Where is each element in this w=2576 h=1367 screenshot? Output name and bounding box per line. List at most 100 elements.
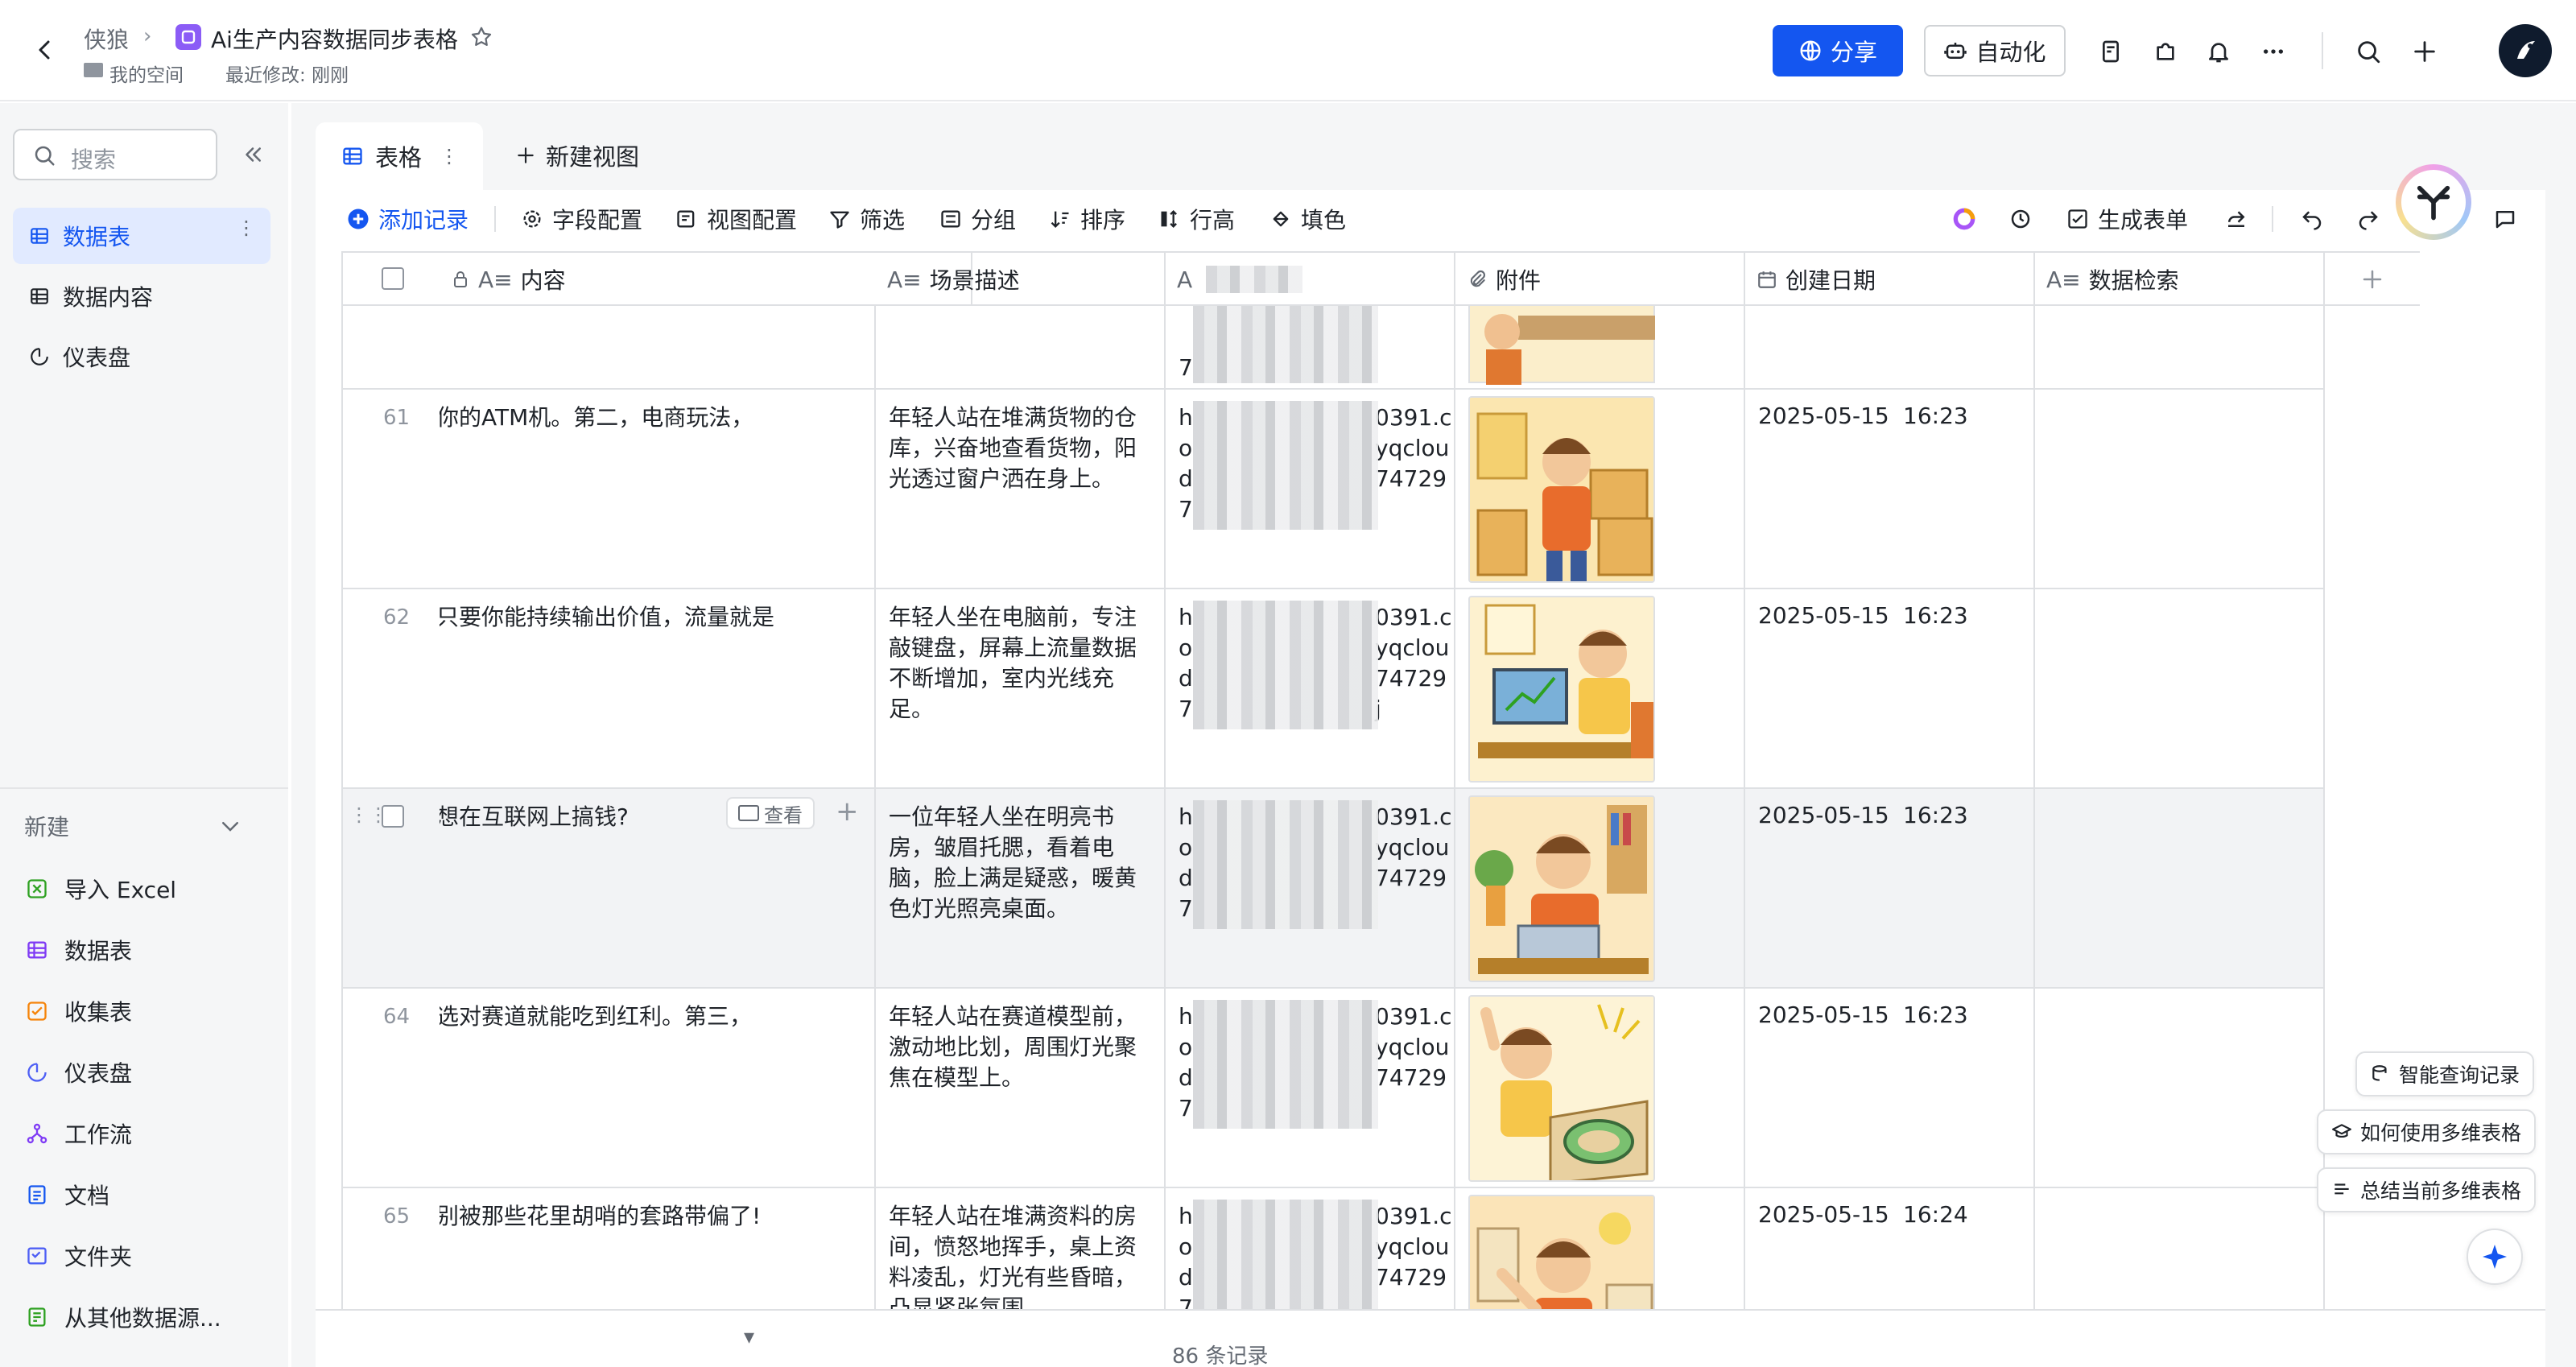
scene-cell[interactable]: 年轻人站在赛道模型前，激动地比划，周围灯光聚焦在模型上。 — [876, 989, 1166, 1187]
summarize-button[interactable]: 总结当前多维表格 — [2317, 1167, 2537, 1212]
scene-cell[interactable]: 年轻人站在堆满资料的房间，愤怒地挥手，桌上资料凌乱，灯光有些昏暗，凸显紧张氛围。 — [876, 1188, 1166, 1309]
new-form[interactable]: 收集表 — [24, 989, 132, 1034]
doc-title[interactable]: Ai生产内容数据同步表格 — [211, 23, 458, 55]
ai-sparkle-button[interactable] — [2467, 1229, 2523, 1285]
date-cell[interactable]: 2025-05-15 16:24 — [1745, 1188, 2035, 1309]
new-document[interactable]: 文档 — [24, 1172, 109, 1217]
link-cell[interactable]: h 0391.c o yqclou d 74729 7 — [1166, 1188, 1455, 1309]
add-column-button[interactable] — [2325, 253, 2420, 306]
link-cell[interactable]: 7 — [1166, 306, 1455, 388]
add-icon[interactable]: + — [836, 795, 859, 828]
attachment-cell[interactable] — [1455, 390, 1745, 588]
select-all-checkbox[interactable] — [382, 267, 404, 290]
field-config-button[interactable]: 字段配置 — [520, 201, 642, 237]
column-header-created-date[interactable]: 创建日期 — [1745, 253, 2035, 306]
scene-cell[interactable] — [876, 306, 1166, 388]
search-cell[interactable] — [2035, 589, 2325, 787]
attachment-thumbnail[interactable] — [1468, 795, 1655, 982]
new-workflow[interactable]: 工作流 — [24, 1111, 132, 1156]
date-cell[interactable]: 2025-05-15 16:23 — [1745, 789, 2035, 987]
redo-icon[interactable] — [2351, 201, 2386, 237]
row-height-button[interactable]: 行高 — [1158, 201, 1235, 237]
attachment-thumbnail[interactable] — [1468, 396, 1655, 583]
breadcrumb-root[interactable]: 侠狼 — [84, 23, 129, 55]
content-cell[interactable] — [440, 306, 876, 388]
search-cell[interactable] — [2035, 1188, 2325, 1309]
attachment-cell[interactable] — [1455, 589, 1745, 787]
content-cell[interactable]: 别被那些花里胡哨的套路带偏了! — [440, 1188, 876, 1309]
automation-button[interactable]: 自动化 — [1924, 25, 2066, 76]
link-cell[interactable]: h 0391.c o yqclou d 74729 7 — [1166, 989, 1455, 1187]
attachment-cell[interactable] — [1455, 789, 1745, 987]
date-cell[interactable]: 2025-05-15 16:23 — [1745, 589, 2035, 787]
how-to-use-button[interactable]: 如何使用多维表格 — [2317, 1109, 2537, 1154]
scene-cell[interactable]: 一位年轻人坐在明亮书房，皱眉托腮，看着电脑，脸上满是疑惑，暖黄色灯光照亮桌面。 — [876, 789, 1166, 987]
scene-cell[interactable]: 年轻人站在堆满货物的仓库，兴奋地查看货物，阳光透过窗户洒在身上。 — [876, 390, 1166, 588]
table-row[interactable]: 65 别被那些花里胡哨的套路带偏了! 年轻人站在堆满资料的房间，愤怒地挥手，桌上资料… — [343, 1188, 2325, 1309]
content-cell[interactable]: 选对赛道就能吃到红利。第三， — [440, 989, 876, 1187]
attachment-thumbnail[interactable] — [1468, 995, 1655, 1182]
attachment-cell[interactable] — [1455, 989, 1745, 1187]
link-cell[interactable]: h 0391.c o yqclou d 74729 7 — [1166, 789, 1455, 987]
search-icon[interactable] — [2351, 34, 2386, 69]
more-icon[interactable] — [2256, 34, 2291, 69]
new-import-excel[interactable]: 导入 Excel — [24, 866, 176, 911]
column-header-link[interactable]: A — [1166, 253, 1455, 306]
chevron-down-icon[interactable] — [213, 808, 248, 844]
plus-icon[interactable] — [2407, 34, 2442, 69]
table-row[interactable]: 62 只要你能持续输出价值，流量就是 年轻人坐在电脑前，专注敲键盘，屏幕上流量数据不… — [343, 589, 2325, 789]
plugin-icon[interactable] — [2148, 34, 2183, 69]
smart-query-button[interactable]: 智能查询记录 — [2355, 1051, 2535, 1096]
new-folder[interactable]: 文件夹 — [24, 1233, 132, 1278]
search-cell[interactable] — [2035, 789, 2325, 987]
avatar[interactable] — [2499, 24, 2552, 77]
tab-more-icon[interactable]: ⋮ — [440, 145, 459, 167]
search-cell[interactable] — [2035, 306, 2325, 388]
row-checkbox[interactable] — [382, 805, 404, 828]
table-row-partial[interactable]: 7 — [343, 306, 2325, 390]
view-record-button[interactable]: 查看 — [726, 797, 815, 829]
attachment-thumbnail[interactable] — [1468, 306, 1655, 385]
back-arrow-icon[interactable] — [27, 32, 63, 68]
view-config-button[interactable]: 视图配置 — [675, 201, 797, 237]
column-header-data-search[interactable]: A≡ 数据检索 — [2035, 253, 2325, 306]
sort-button[interactable]: 排序 — [1048, 201, 1125, 237]
column-header-scene[interactable]: A≡ 场景描述 — [876, 253, 1166, 306]
template-icon[interactable] — [2095, 34, 2130, 69]
link-cell[interactable]: h0391.coyqcloud747297j — [1166, 589, 1455, 787]
column-header-attachment[interactable]: 附件 — [1455, 253, 1745, 306]
table-row[interactable]: 61 你的ATM机。第二，电商玩法， 年轻人站在堆满货物的仓库，兴奋地查看货物，阳光… — [343, 390, 2325, 589]
content-cell[interactable]: 只要你能持续输出价值，流量就是 — [440, 589, 876, 787]
attachment-thumbnail[interactable] — [1468, 1195, 1655, 1309]
date-cell[interactable]: 2025-05-15 16:23 — [1745, 989, 2035, 1187]
search-cell[interactable] — [2035, 390, 2325, 588]
group-button[interactable]: 分组 — [939, 201, 1016, 237]
item-more-icon[interactable]: ⋮ — [237, 218, 256, 237]
collapse-sidebar-icon[interactable] — [235, 137, 270, 172]
sidebar-item-datatable[interactable]: 数据表 ⋮ — [13, 208, 270, 264]
content-cell[interactable]: 想在互联网上搞钱? 查看 + — [440, 789, 876, 987]
generate-form-button[interactable]: 生成表单 — [2066, 201, 2188, 237]
add-record-button[interactable]: 添加记录 — [346, 201, 469, 237]
new-view-button[interactable]: 新建视图 — [515, 138, 639, 172]
table-row[interactable]: 64 选对赛道就能吃到红利。第三， 年轻人站在赛道模型前，激动地比划，周围灯光聚焦在… — [343, 989, 2325, 1188]
date-cell[interactable]: 2025-05-15 16:23 — [1745, 390, 2035, 588]
history-icon[interactable] — [2003, 201, 2038, 237]
search-input[interactable]: 搜索 — [13, 129, 217, 180]
new-from-datasource[interactable]: 从其他数据源... — [24, 1295, 221, 1340]
attachment-cell[interactable] — [1455, 1188, 1745, 1309]
attachment-cell[interactable] — [1455, 306, 1745, 388]
comment-icon[interactable] — [2487, 201, 2523, 237]
new-datatable[interactable]: 数据表 — [24, 927, 132, 973]
undo-icon[interactable] — [2294, 201, 2330, 237]
new-dashboard[interactable]: 仪表盘 — [24, 1050, 132, 1095]
location-label[interactable]: 我的空间 — [109, 60, 184, 87]
ai-assistant-icon[interactable] — [1946, 201, 1982, 237]
attachment-thumbnail[interactable] — [1468, 596, 1655, 783]
sidebar-item-data-content[interactable]: 数据内容 — [13, 268, 270, 324]
content-cell[interactable]: 你的ATM机。第二，电商玩法， — [440, 390, 876, 588]
sidebar-item-dashboard[interactable]: 仪表盘 — [13, 328, 270, 385]
ai-logo-icon[interactable] — [2396, 164, 2471, 240]
record-count[interactable]: 86 条记录 ▾ — [744, 1325, 1268, 1367]
fill-color-button[interactable]: 填色 — [1269, 201, 1346, 237]
